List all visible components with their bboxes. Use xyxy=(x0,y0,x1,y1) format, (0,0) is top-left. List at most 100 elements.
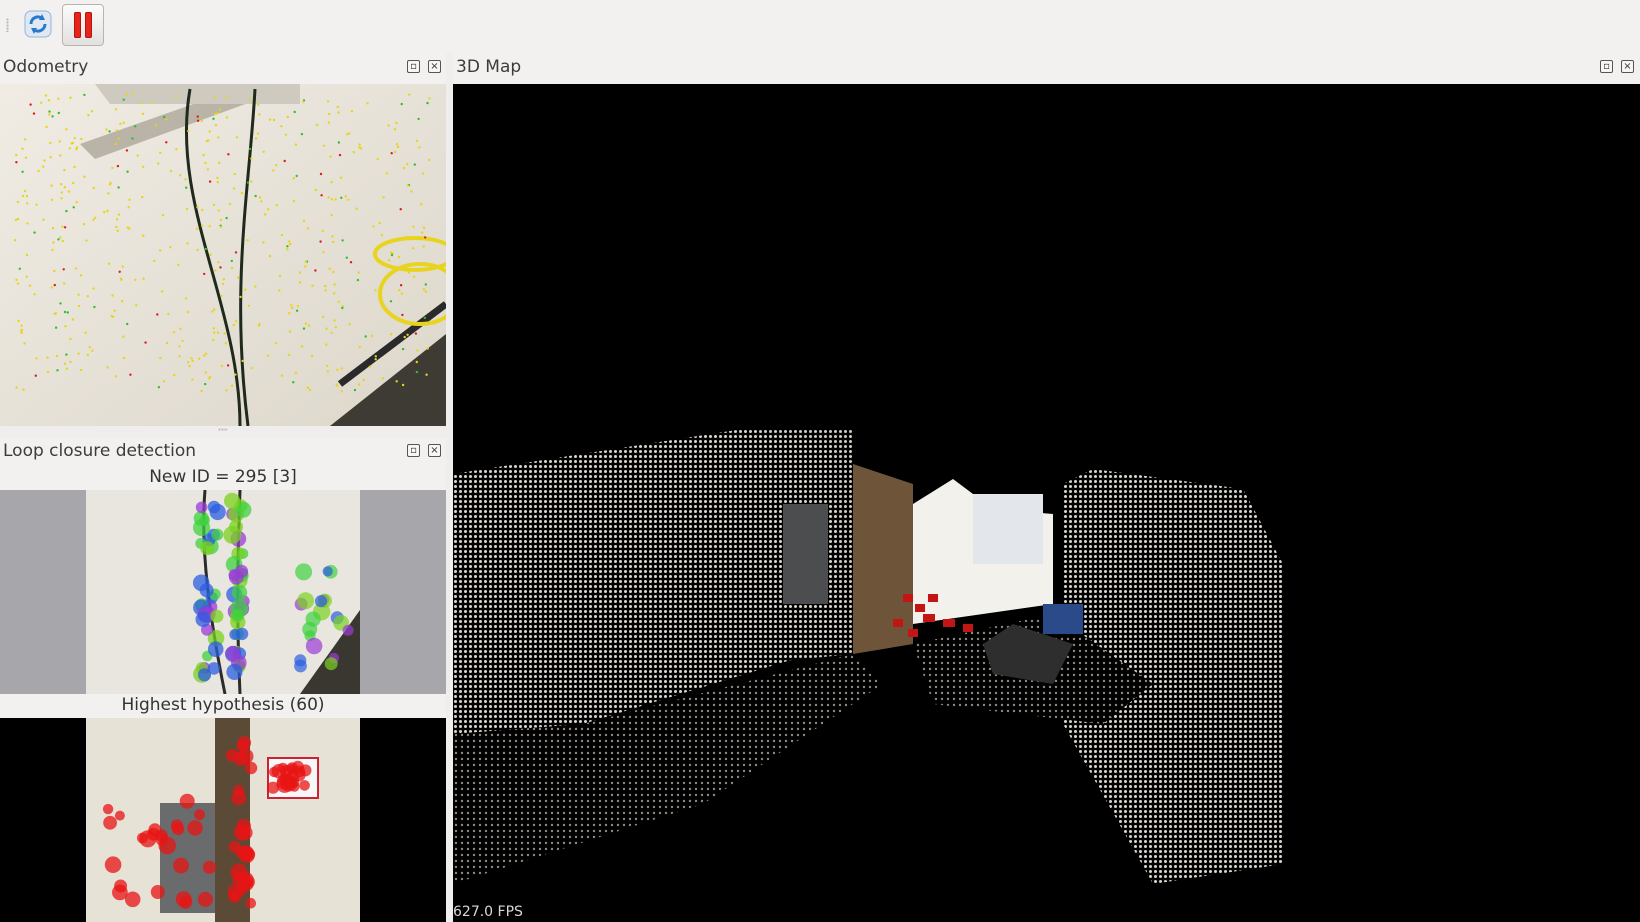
feature-point xyxy=(333,319,336,322)
feature-point xyxy=(184,178,187,181)
feature-point xyxy=(71,141,75,145)
feature-point xyxy=(267,208,270,211)
feature-point xyxy=(352,151,355,154)
feature-point xyxy=(214,124,218,127)
feature-point xyxy=(406,333,409,336)
feature-point xyxy=(65,209,68,213)
feature-point xyxy=(63,310,67,314)
feature-point xyxy=(306,386,310,389)
hypothesis-feature xyxy=(244,761,258,775)
float-icon[interactable]: ▫ xyxy=(1600,60,1613,73)
matched-feature xyxy=(294,659,307,673)
feature-point xyxy=(125,149,129,152)
feature-point xyxy=(240,191,244,195)
feature-point xyxy=(225,216,228,220)
feature-point xyxy=(372,225,375,228)
feature-point xyxy=(258,113,261,116)
toolbar-grip-handle[interactable] xyxy=(6,18,9,32)
left-pane-splitter[interactable] xyxy=(0,426,446,438)
feature-point xyxy=(195,227,199,230)
feature-point xyxy=(325,343,328,346)
feature-point xyxy=(159,356,162,360)
main-splitter[interactable] xyxy=(446,53,453,922)
feature-point xyxy=(90,110,94,113)
feature-point xyxy=(211,310,214,313)
feature-point xyxy=(208,377,211,380)
feature-point xyxy=(63,168,66,172)
float-icon[interactable]: ▫ xyxy=(407,444,420,457)
feature-point xyxy=(206,168,210,171)
feature-point xyxy=(209,253,212,256)
feature-point xyxy=(288,240,291,243)
feature-point xyxy=(283,159,286,163)
feature-point xyxy=(141,196,144,199)
feature-point xyxy=(28,284,32,287)
feature-point xyxy=(335,384,339,387)
feature-point xyxy=(198,357,201,360)
feature-point xyxy=(208,130,211,133)
feature-point xyxy=(106,366,109,369)
feature-point xyxy=(418,146,421,149)
feature-point xyxy=(415,370,419,374)
feature-point xyxy=(412,247,415,250)
feature-point xyxy=(83,93,86,97)
feature-point xyxy=(235,136,239,139)
feature-point xyxy=(161,213,165,217)
feature-point xyxy=(61,225,64,228)
point-cloud-render xyxy=(453,429,1283,884)
feature-point xyxy=(26,202,29,205)
refresh-button[interactable] xyxy=(18,4,58,44)
feature-point xyxy=(358,143,361,146)
feature-point xyxy=(32,112,36,115)
feature-point xyxy=(417,117,420,121)
feature-point xyxy=(428,158,431,162)
feature-point xyxy=(118,270,121,273)
hypothesis-feature xyxy=(171,822,185,836)
feature-point xyxy=(213,331,216,334)
feature-point xyxy=(262,241,265,244)
matched-feature xyxy=(228,569,241,581)
feature-point xyxy=(220,364,224,368)
feature-point xyxy=(235,320,238,323)
feature-point xyxy=(258,196,262,199)
feature-point xyxy=(348,132,351,135)
feature-point xyxy=(332,270,335,274)
feature-point xyxy=(374,289,377,292)
feature-point xyxy=(302,219,306,223)
feature-point xyxy=(15,278,18,282)
feature-point xyxy=(173,374,176,377)
feature-point xyxy=(181,339,184,343)
feature-point xyxy=(126,322,129,326)
feature-point xyxy=(321,229,324,233)
float-icon[interactable]: ▫ xyxy=(407,60,420,73)
close-icon[interactable]: × xyxy=(428,444,441,457)
feature-point xyxy=(278,289,281,292)
feature-point xyxy=(15,153,18,157)
close-icon[interactable]: × xyxy=(428,60,441,73)
feature-point xyxy=(25,253,29,257)
feature-point xyxy=(330,198,334,201)
feature-point xyxy=(254,194,257,198)
feature-point xyxy=(333,292,336,295)
hypothesis-feature xyxy=(139,830,157,848)
matched-feature xyxy=(322,566,333,577)
feature-point xyxy=(51,227,55,230)
feature-point xyxy=(219,266,222,269)
feature-point xyxy=(169,169,173,173)
loop-closure-panel-title: Loop closure detection xyxy=(3,441,197,461)
feature-point xyxy=(65,367,69,370)
feature-point xyxy=(39,101,43,104)
3d-map-view[interactable] xyxy=(453,84,1640,922)
feature-point xyxy=(278,274,282,278)
feature-point xyxy=(227,153,230,156)
feature-point xyxy=(291,306,294,310)
feature-point xyxy=(33,293,36,296)
close-icon[interactable]: × xyxy=(1621,60,1634,73)
feature-point xyxy=(248,147,252,151)
feature-point xyxy=(345,133,349,136)
feature-point xyxy=(257,103,260,106)
pause-button[interactable] xyxy=(62,4,104,46)
feature-point xyxy=(345,256,348,259)
feature-point xyxy=(20,331,23,334)
feature-point xyxy=(387,259,391,262)
